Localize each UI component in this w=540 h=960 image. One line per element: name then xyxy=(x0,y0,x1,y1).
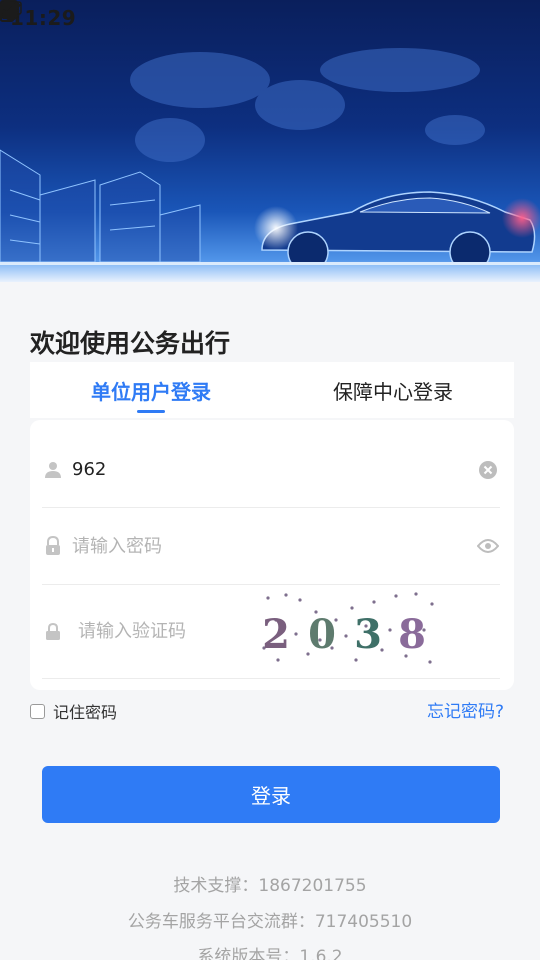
headlight-glow xyxy=(254,206,298,250)
footer-support: 技术支撑：1867201755 xyxy=(173,876,367,896)
captcha-noise-dot xyxy=(266,596,270,600)
world-map-dots xyxy=(130,48,485,162)
car-outline xyxy=(261,191,536,273)
eye-icon[interactable] xyxy=(476,534,500,558)
captcha-digit: 3 xyxy=(354,611,382,658)
captcha-noise-dot xyxy=(430,602,434,606)
status-right-group xyxy=(0,0,530,29)
welcome-title: 欢迎使用公务出行 xyxy=(30,329,231,358)
captcha-noise-dot xyxy=(372,600,376,604)
footer-group: 公务车服务平台交流群：717405510 xyxy=(127,912,413,932)
captcha-noise-dot xyxy=(344,634,348,638)
active-tab-indicator xyxy=(137,410,165,413)
captcha-image[interactable]: 2038 xyxy=(256,590,440,666)
hero-illustration xyxy=(0,48,540,282)
captcha-digit: 2 xyxy=(262,611,290,658)
lock-icon xyxy=(42,535,64,557)
hero-banner: 11:29 xyxy=(0,0,540,282)
tab-support-center-login[interactable]: 保障中心登录 xyxy=(272,362,514,418)
app-square-icon xyxy=(1,1,112,29)
captcha-noise-dot xyxy=(428,660,432,664)
login-button[interactable]: 登录 xyxy=(42,766,500,823)
captcha-noise-dot xyxy=(388,628,392,632)
captcha-noise-dot xyxy=(350,606,354,610)
password-input[interactable] xyxy=(72,535,476,557)
clear-icon[interactable] xyxy=(476,458,500,482)
captcha-noise-dot xyxy=(276,658,280,662)
password-row xyxy=(42,508,500,585)
tab-label: 保障中心登录 xyxy=(333,379,453,404)
status-bar: 11:29 xyxy=(0,0,540,36)
wifi-icon xyxy=(1,1,440,29)
captcha-noise-dot xyxy=(298,598,302,602)
shield-lock-icon xyxy=(42,621,64,643)
tab-unit-user-login[interactable]: 单位用户登录 xyxy=(30,362,272,418)
remember-label: 记住密码 xyxy=(53,703,118,722)
captcha-noise-dot xyxy=(354,658,358,662)
forgot-password-link[interactable]: 忘记密码? xyxy=(427,697,504,722)
remember-password-checkbox[interactable]: 记住密码 xyxy=(30,699,117,723)
captcha-noise-dot xyxy=(284,593,288,597)
captcha-digit: 8 xyxy=(398,611,426,658)
captcha-input[interactable] xyxy=(78,621,268,642)
captcha-noise-dot xyxy=(294,632,298,636)
captcha-noise-dot xyxy=(414,592,418,596)
bug-icon xyxy=(2,2,208,29)
checkbox-box[interactable] xyxy=(30,703,45,719)
user-icon xyxy=(42,459,64,481)
city-buildings xyxy=(0,149,201,263)
footer-version: 系统版本号：1.6.2 xyxy=(197,947,343,960)
battery-icon xyxy=(0,0,520,29)
keyboard-icon xyxy=(0,1,176,29)
alert-a-icon xyxy=(0,0,144,29)
tab-label: 单位用户登录 xyxy=(91,379,211,404)
captcha-digit: 0 xyxy=(308,611,336,658)
username-row xyxy=(42,432,500,508)
username-input[interactable] xyxy=(72,459,476,480)
captcha-noise-dot xyxy=(394,594,398,598)
login-tabs: 单位用户登录 保障中心登录 xyxy=(30,362,514,418)
signal-icon xyxy=(1,1,480,29)
